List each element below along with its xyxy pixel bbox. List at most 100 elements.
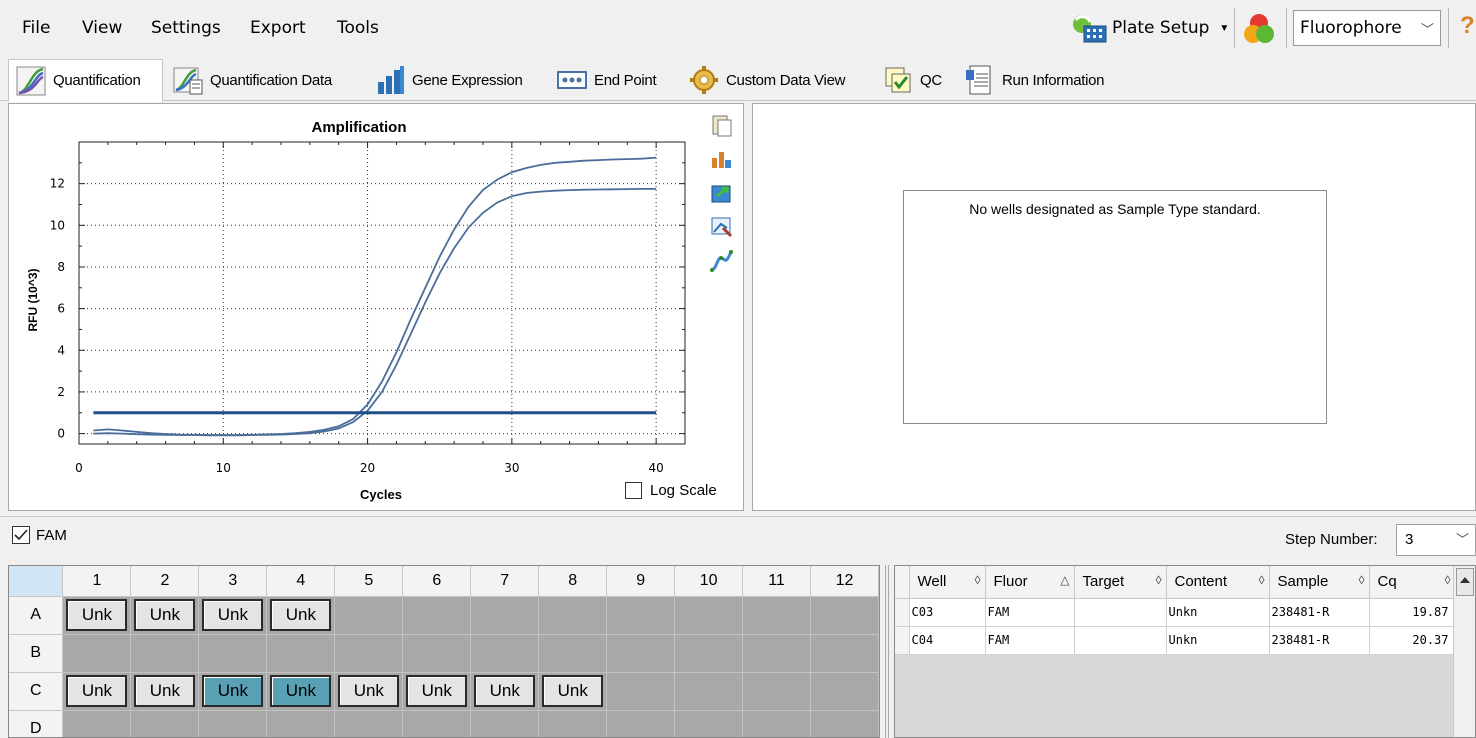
table-row[interactable]: C03 FAM Unkn 238481-R 19.87 [895,598,1456,627]
well-sample-type[interactable]: Unk [406,675,468,707]
tab-run-information[interactable]: Run Information [958,59,1110,101]
plate-well[interactable] [674,596,744,635]
cell-target[interactable] [1074,626,1167,655]
plate-well[interactable] [810,672,879,711]
chart-options-icon[interactable] [709,146,735,172]
well-sample-type[interactable]: Unk [338,675,400,707]
export-icon[interactable] [709,180,735,206]
plate-well[interactable] [198,710,268,737]
fam-checkbox[interactable]: FAM [12,526,67,544]
sort-icon[interactable]: ◊ [1259,573,1265,587]
well-sample-type[interactable]: Unk [66,675,128,707]
cell-fluor[interactable]: FAM [985,598,1075,627]
well-sample-type[interactable]: Unk [66,599,128,631]
plate-well[interactable]: Unk [198,672,268,711]
sort-icon[interactable]: ◊ [1445,573,1451,587]
tab-custom-data-view[interactable]: Custom Data View [682,59,851,101]
fluorophore-select[interactable]: Fluorophore ﹀ [1293,10,1441,46]
plate-well[interactable] [266,634,336,673]
grid-column-header[interactable]: Cq ◊ [1369,566,1456,599]
well-sample-type[interactable]: Unk [474,675,536,707]
plate-well[interactable] [198,634,268,673]
checkbox-checked-icon[interactable] [12,526,30,544]
plate-setup-button[interactable]: Plate Setup ▼ [1068,10,1229,46]
copy-icon[interactable] [709,112,735,138]
plate-well[interactable]: Unk [62,672,132,711]
vertical-splitter[interactable] [744,103,752,511]
plate-well[interactable] [742,710,811,737]
plate-well[interactable] [62,710,132,737]
plate-well[interactable] [538,596,608,635]
well-sample-type[interactable]: Unk [202,599,264,631]
cell-fluor[interactable]: FAM [985,626,1075,655]
cell-well[interactable]: C04 [909,626,986,655]
well-sample-type[interactable]: Unk [134,599,196,631]
tab-quantification[interactable]: Quantification [8,59,163,102]
plate-column-header[interactable]: 1 [62,566,132,597]
tab-qc[interactable]: QC [876,59,948,101]
plate-well[interactable] [402,634,472,673]
grid-column-header[interactable]: Fluor △ [985,566,1075,599]
row-selector[interactable] [895,626,910,655]
plate-column-header[interactable]: 3 [198,566,268,597]
plate-well[interactable] [334,710,404,737]
well-sample-type[interactable]: Unk [270,675,332,707]
plate-column-header[interactable]: 5 [334,566,404,597]
plate-well[interactable]: Unk [538,672,608,711]
plate-well[interactable] [334,596,404,635]
cell-sample[interactable]: 238481-R [1269,598,1370,627]
tab-gene-expression[interactable]: Gene Expression [368,59,529,101]
plate-well[interactable]: Unk [266,672,336,711]
plate-well[interactable] [674,634,744,673]
plate-well[interactable] [266,710,336,737]
cell-well[interactable]: C03 [909,598,986,627]
well-sample-type[interactable]: Unk [134,675,196,707]
menu-export[interactable]: Export [250,18,306,38]
plate-well[interactable] [470,596,540,635]
curve-icon[interactable] [709,248,735,274]
plate-well[interactable] [470,710,540,737]
cell-target[interactable] [1074,598,1167,627]
plate-well[interactable] [130,710,200,737]
plate-column-header[interactable]: 4 [266,566,336,597]
plate-well[interactable]: Unk [130,596,200,635]
step-number-select[interactable]: 3 ﹀ [1396,524,1476,556]
horizontal-splitter[interactable] [880,565,894,738]
plate-well[interactable] [742,596,811,635]
plate-well[interactable] [810,634,879,673]
scroll-up-button[interactable] [1456,568,1474,596]
plate-well[interactable] [606,634,676,673]
plate-well[interactable]: Unk [402,672,472,711]
plate-well[interactable]: Unk [62,596,132,635]
plate-well[interactable] [538,634,608,673]
tab-quantification-data[interactable]: Quantification Data [166,59,338,101]
grid-column-header[interactable]: Sample ◊ [1269,566,1370,599]
plate-well[interactable] [402,596,472,635]
tab-end-point[interactable]: End Point [550,59,662,101]
plate-well[interactable] [742,634,811,673]
plate-well[interactable] [742,672,811,711]
menu-file[interactable]: File [22,18,50,38]
plate-column-header[interactable]: 6 [402,566,472,597]
plate-well[interactable] [62,634,132,673]
menu-view[interactable]: View [82,18,122,38]
sort-icon[interactable]: △ [1060,573,1069,587]
plate-row-header[interactable]: A [9,596,64,635]
plate-well[interactable]: Unk [470,672,540,711]
plate-well[interactable] [674,672,744,711]
row-selector[interactable] [895,598,910,627]
table-row[interactable]: C04 FAM Unkn 238481-R 20.37 [895,626,1456,655]
plate-row-header[interactable]: C [9,672,64,711]
well-sample-type[interactable]: Unk [542,675,604,707]
plate-well[interactable] [606,710,676,737]
plate-well[interactable] [470,634,540,673]
plate-column-header[interactable]: 8 [538,566,608,597]
sort-icon[interactable]: ◊ [1156,573,1162,587]
color-palette-icon[interactable] [1242,12,1276,46]
vertical-scrollbar[interactable] [1453,566,1475,737]
plate-row-header[interactable]: D [9,710,64,737]
plate-column-header[interactable]: 12 [810,566,879,597]
plate-well[interactable]: Unk [334,672,404,711]
help-icon[interactable]: ? [1460,12,1475,40]
grid-column-header[interactable]: Well ◊ [909,566,986,599]
